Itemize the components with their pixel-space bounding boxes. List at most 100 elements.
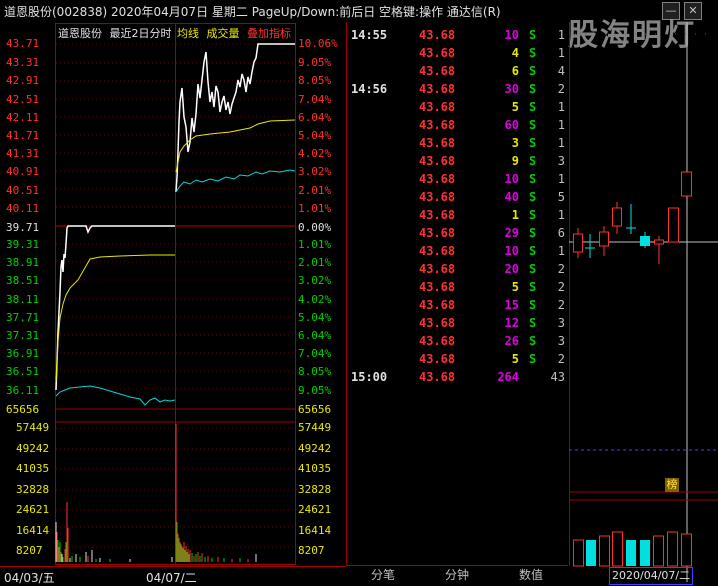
axis-label: 8207 <box>16 544 43 557</box>
tick-time: 14:56 <box>351 82 388 96</box>
axis-label: 2.01% <box>298 256 332 270</box>
tick-count: 1 <box>557 208 565 222</box>
axis-label: 1.01% <box>298 201 332 215</box>
axis-label: 42.11 <box>6 110 40 124</box>
tick-price: 43.68 <box>419 280 456 294</box>
tick-side: S <box>529 352 537 366</box>
tick-count: 2 <box>557 298 565 312</box>
intraday-chart-panel[interactable]: 道恩股份 最近2日分时 均线 成交量 叠加指标 43.71 43.31 42.9… <box>0 22 346 565</box>
axis-label: 3.02% <box>298 274 332 288</box>
axis-label: 8.05% <box>298 74 332 88</box>
tick-volume: 20 <box>504 262 519 276</box>
tick-count: 2 <box>557 262 565 276</box>
tick-side: S <box>529 118 537 132</box>
axis-label: 40.91 <box>6 165 40 179</box>
tick-side: S <box>529 82 537 96</box>
tick-row: 43.68 5 S 2 <box>347 278 569 296</box>
kline-panel[interactable]: 榜 2020/04/07/二 <box>569 22 718 585</box>
axis-label: 16414 <box>16 523 50 537</box>
left-vol-top: 65656 <box>6 403 40 416</box>
day2-volume-bars <box>175 424 257 562</box>
tick-side: S <box>529 244 537 258</box>
right-volume-axis: 57449 49242 41035 32828 24621 16414 8207 <box>298 422 331 566</box>
tick-price: 43.68 <box>419 82 456 96</box>
kline-candles <box>573 171 692 264</box>
day1-overlay-line <box>55 385 176 406</box>
axis-label: 49242 <box>298 441 332 455</box>
axis-label: 43.71 <box>6 37 40 50</box>
date-day2: 04/07/二 <box>146 571 197 585</box>
tick-volume: 29 <box>504 226 519 240</box>
avg-label[interactable]: 均线 <box>177 27 199 40</box>
day1-avg-line <box>55 254 175 383</box>
tick-row: 43.68 29 S 6 <box>347 224 569 242</box>
tick-price: 43.68 <box>419 136 456 150</box>
tick-count: 1 <box>557 244 565 258</box>
axis-label: 9.05% <box>298 56 332 70</box>
right-ref-pct: 0.00% <box>298 221 332 234</box>
tick-count: 1 <box>557 46 565 60</box>
tick-row: 43.68 60 S 1 <box>347 116 569 134</box>
tick-count: 1 <box>557 100 565 114</box>
axis-label: 38.51 <box>6 274 40 288</box>
tick-price: 43.68 <box>419 154 456 168</box>
tick-price: 43.68 <box>419 352 456 366</box>
tick-volume: 60 <box>504 118 519 132</box>
tick-volume: 3 <box>511 136 519 150</box>
tab-minute[interactable]: 分钟 <box>424 566 490 585</box>
overlay-label[interactable]: 叠加指标 <box>247 27 291 40</box>
day2-overlay-line <box>175 169 296 193</box>
mode-label: 最近2日分时 <box>109 27 172 40</box>
axis-label: 49242 <box>16 441 50 455</box>
tick-side: S <box>529 172 537 186</box>
axis-label: 38.11 <box>6 292 40 306</box>
tick-row: 43.68 5 S 1 <box>347 98 569 116</box>
tick-count: 1 <box>557 118 565 132</box>
stock-name: 道恩股份 <box>58 27 102 40</box>
tab-ticks[interactable]: 分笔 <box>350 566 416 585</box>
tick-side: S <box>529 190 537 204</box>
tick-count: 4 <box>557 64 565 78</box>
axis-label: 1.01% <box>298 238 332 251</box>
rank-badge[interactable]: 榜 <box>665 478 679 492</box>
axis-label: 32828 <box>16 482 50 496</box>
left-ref-price: 39.71 <box>6 221 40 234</box>
tick-volume: 264 <box>497 370 519 384</box>
tick-volume: 9 <box>511 154 519 168</box>
tick-side: S <box>529 226 537 240</box>
chart-header: 道恩股份 最近2日分时 均线 成交量 叠加指标 <box>58 25 291 41</box>
tick-row: 43.68 6 S 4 <box>347 62 569 80</box>
tick-side: S <box>529 100 537 114</box>
axis-label: 38.91 <box>6 256 40 270</box>
axis-label: 41035 <box>16 462 50 475</box>
axis-label: 16414 <box>298 523 332 537</box>
tick-side: S <box>529 316 537 330</box>
volume-label[interactable]: 成交量 <box>207 27 240 40</box>
tick-row: 43.68 3 S 1 <box>347 134 569 152</box>
axis-label: 41035 <box>298 462 332 475</box>
axis-label: 24621 <box>16 503 50 516</box>
day1-volume-bars <box>55 502 173 562</box>
tick-row: 43.68 9 S 3 <box>347 152 569 170</box>
tick-volume: 5 <box>511 352 519 366</box>
tick-volume: 1 <box>511 208 519 222</box>
tick-price: 43.68 <box>419 370 456 384</box>
tick-price: 43.68 <box>419 316 456 330</box>
axis-label: 32828 <box>298 482 332 496</box>
tab-data[interactable]: 数值 <box>498 566 564 585</box>
tick-price: 43.68 <box>419 244 456 258</box>
tick-price: 43.68 <box>419 46 456 60</box>
axis-label: 5.04% <box>298 310 332 324</box>
axis-label: 40.11 <box>6 201 40 215</box>
tick-volume: 12 <box>504 316 519 330</box>
tick-volume: 5 <box>511 280 519 294</box>
tick-row: 15:00 43.68 264 43 <box>347 368 569 386</box>
tick-list-panel[interactable]: 14:55 43.68 10 S 1 43.68 4 S 1 43.68 6 S 4 14:56 43.68… <box>346 22 570 566</box>
tick-row: 14:55 43.68 10 S 1 <box>347 26 569 44</box>
tick-row: 43.68 15 S 2 <box>347 296 569 314</box>
axis-label: 10.06% <box>298 37 338 50</box>
axis-label: 36.51 <box>6 365 40 379</box>
date-axis: 04/03/五 04/07/二 <box>0 566 346 586</box>
tick-count: 3 <box>557 334 565 348</box>
tick-row: 43.68 40 S 5 <box>347 188 569 206</box>
